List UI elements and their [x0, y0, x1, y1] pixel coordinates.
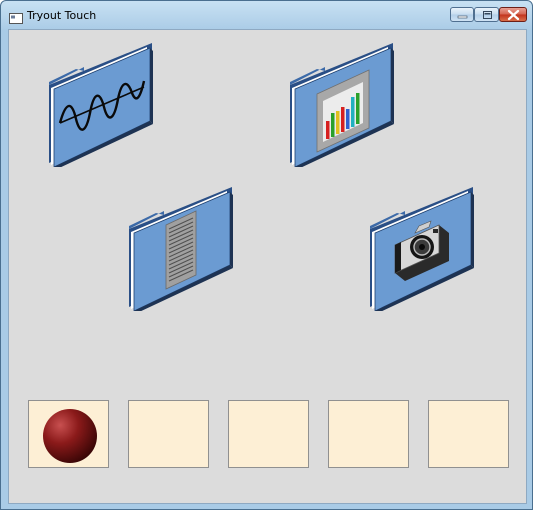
close-button[interactable] — [499, 7, 527, 22]
drop-slot-5[interactable] — [428, 400, 509, 468]
folder-document[interactable] — [126, 185, 238, 311]
red-ball[interactable] — [42, 408, 98, 464]
drop-slot-1[interactable] — [28, 400, 109, 468]
close-icon — [507, 9, 520, 21]
maximize-icon — [483, 11, 492, 19]
minimize-icon — [457, 15, 468, 19]
drop-slot-3[interactable] — [228, 400, 309, 468]
folder-camera[interactable] — [367, 185, 479, 311]
document-icon — [165, 210, 197, 290]
drop-slot-4[interactable] — [328, 400, 409, 468]
window-app-icon[interactable] — [9, 9, 23, 24]
maximize-button[interactable] — [474, 7, 499, 22]
window-title: Tryout Touch — [27, 9, 97, 22]
minimize-button[interactable] — [450, 7, 474, 22]
title-bar[interactable]: Tryout Touch — [1, 1, 532, 29]
app-window: Tryout Touch — [0, 0, 533, 510]
folder-chart[interactable] — [287, 41, 399, 167]
client-area — [8, 29, 527, 504]
drop-slot-2[interactable] — [128, 400, 209, 468]
folder-waveform[interactable] — [46, 41, 158, 167]
